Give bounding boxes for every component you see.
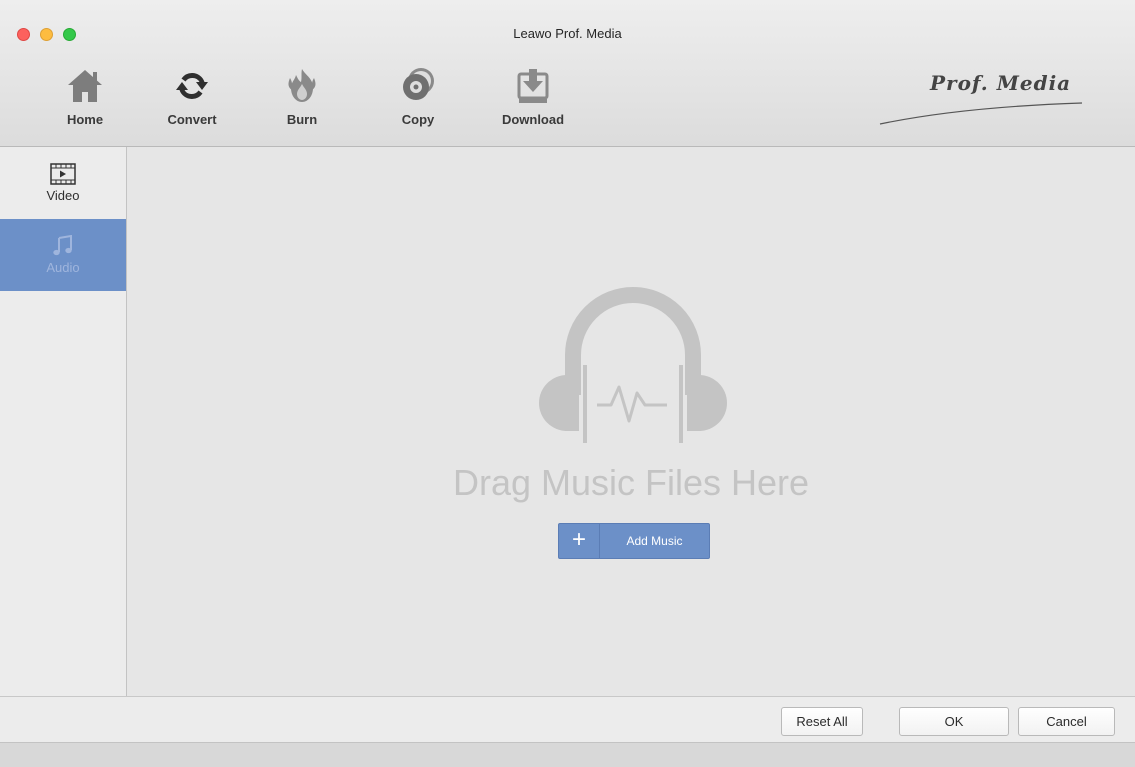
headphones-icon (539, 287, 727, 443)
drop-hint-text: Drag Music Files Here (452, 462, 810, 503)
sidebar-item-label: Video (46, 188, 80, 203)
toolbar-copy-button[interactable]: Copy (373, 66, 463, 132)
brand-swoosh (879, 102, 1083, 125)
brand-logo: Prof. Media (872, 69, 1092, 129)
ok-button[interactable]: OK (899, 707, 1009, 736)
sidebar-item-video[interactable]: Video (0, 147, 126, 219)
sidebar-item-audio[interactable]: Audio (0, 219, 126, 291)
app-window: Leawo Prof. Media Home Convert Burn Copy… (0, 0, 1135, 767)
music-note-icon (53, 235, 72, 256)
video-icon (50, 163, 76, 185)
add-music-button[interactable]: + Add Music (558, 523, 710, 559)
convert-icon (176, 72, 208, 100)
music-drop-area[interactable]: Drag Music Files Here + Add Music (127, 147, 1135, 696)
window-title: Leawo Prof. Media (513, 26, 622, 41)
toolbar-burn-button[interactable]: Burn (257, 66, 347, 132)
titlebar-toolbar: Leawo Prof. Media Home Convert Burn Copy… (0, 0, 1135, 147)
cancel-button[interactable]: Cancel (1018, 707, 1115, 736)
toolbar-home-label: Home (66, 112, 104, 127)
toolbar-copy-label: Copy (401, 112, 435, 127)
home-icon (68, 70, 102, 102)
sidebar: Video Audio (0, 147, 127, 696)
toolbar-convert-button[interactable]: Convert (147, 66, 237, 132)
toolbar-burn-label: Burn (286, 112, 318, 127)
status-bar (0, 742, 1135, 767)
copy-icon (403, 68, 434, 100)
download-icon (517, 69, 549, 103)
reset-all-button[interactable]: Reset All (781, 707, 863, 736)
burn-icon (288, 69, 316, 102)
sidebar-item-label: Audio (46, 260, 80, 275)
footer-bar: Reset All OK Cancel (0, 696, 1135, 743)
add-music-label: Add Music (626, 534, 683, 548)
toolbar-convert-label: Convert (167, 112, 217, 127)
toolbar-home-button[interactable]: Home (40, 66, 130, 132)
toolbar-download-button[interactable]: Download (488, 66, 578, 132)
plus-icon: + (559, 524, 600, 558)
toolbar-download-label: Download (501, 112, 565, 127)
